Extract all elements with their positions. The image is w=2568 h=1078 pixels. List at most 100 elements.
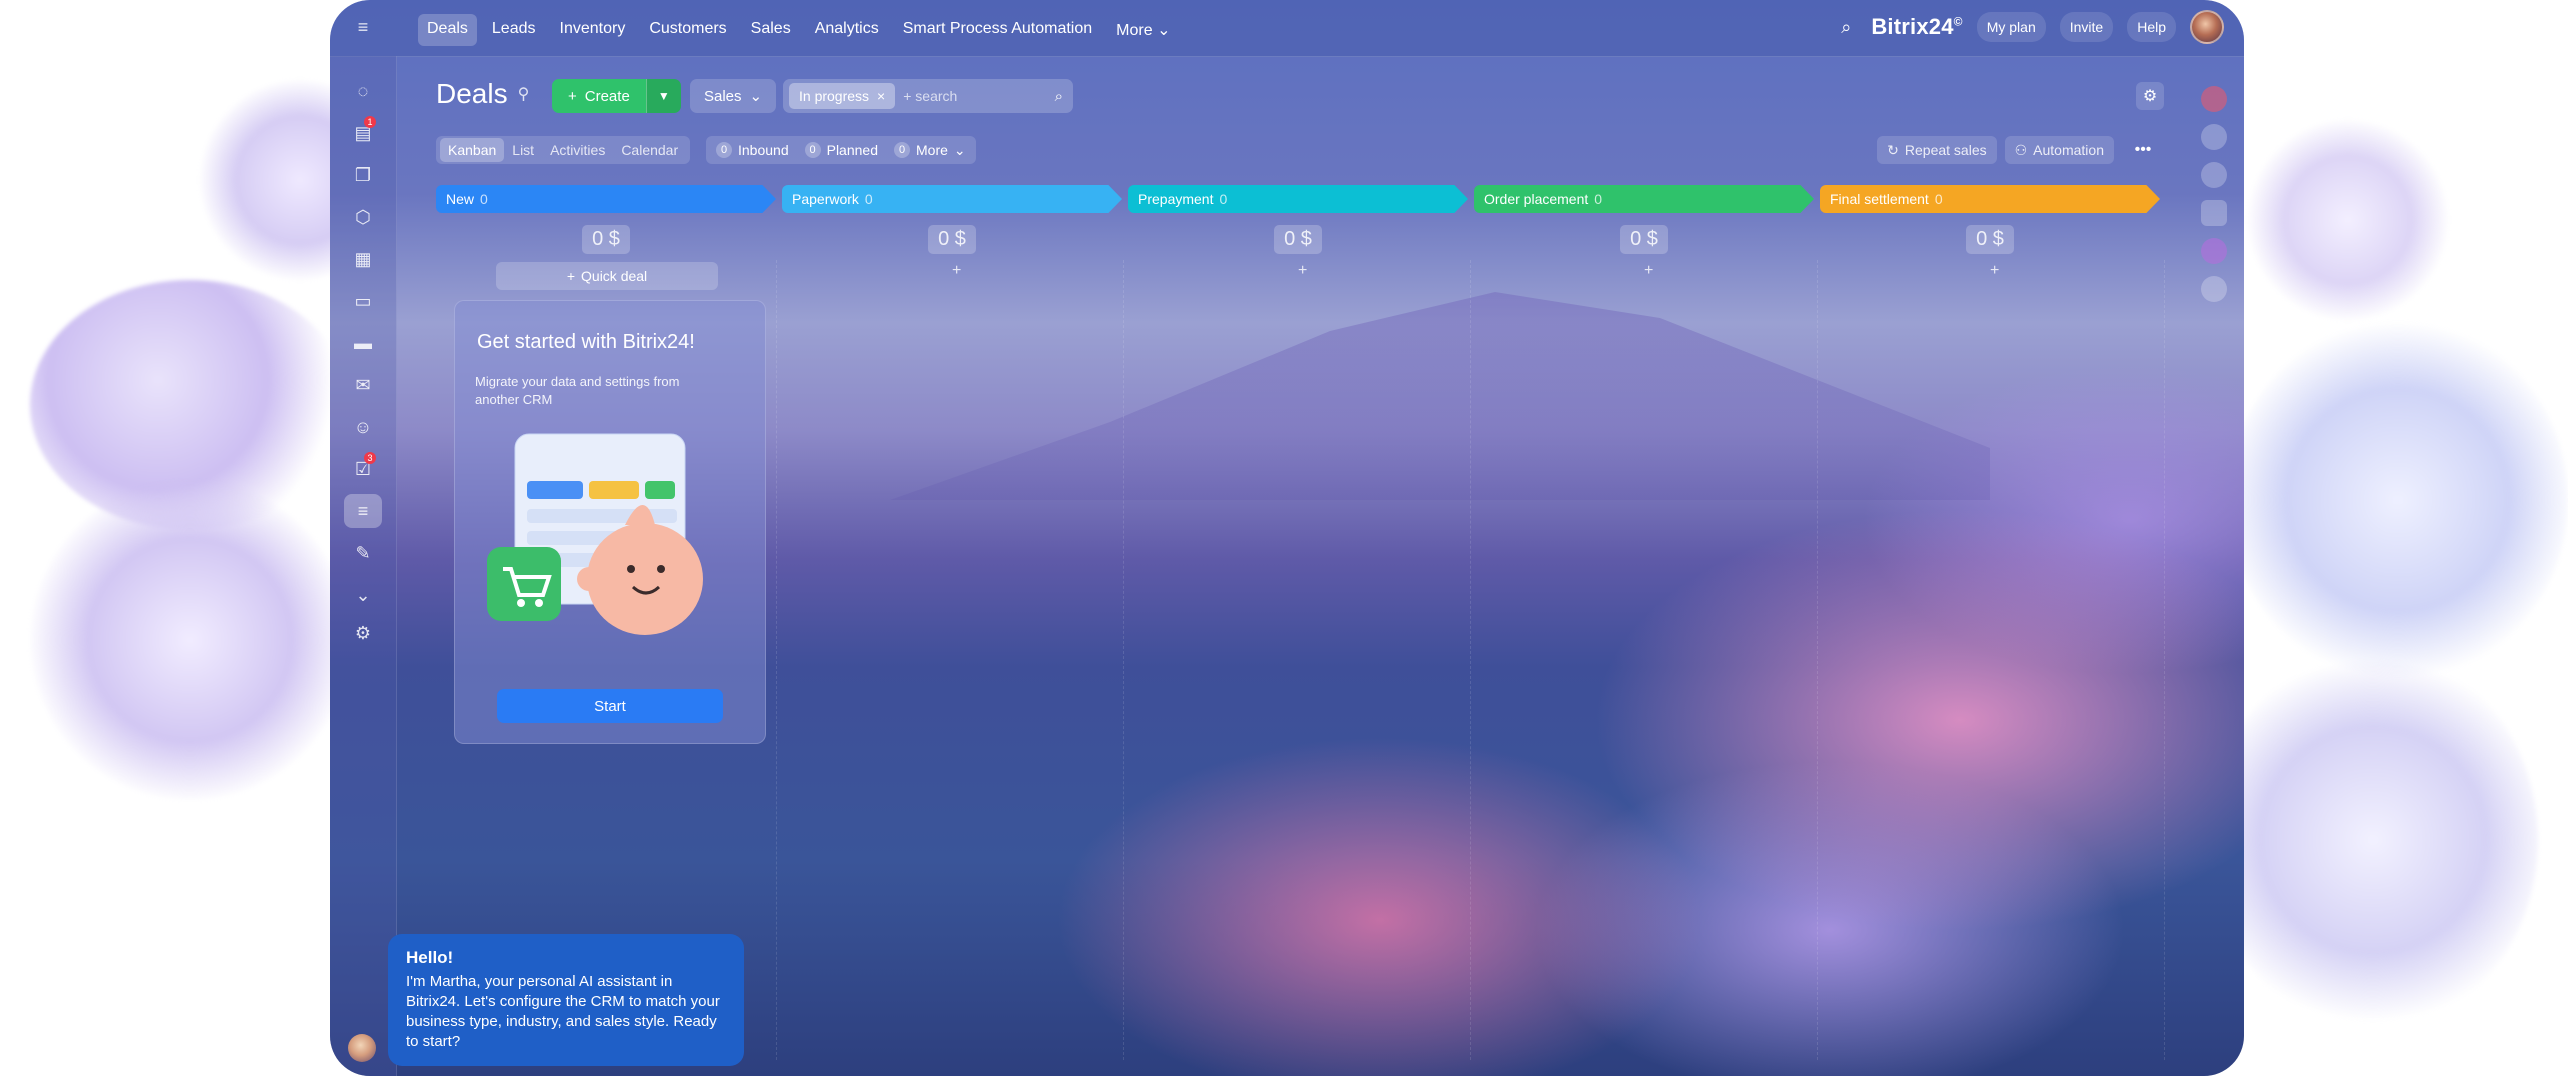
sign-icon[interactable]: ✎ (344, 536, 382, 570)
search-icon[interactable]: ⌕ (1055, 88, 1063, 105)
stage-amounts: 0 $ 0 $ 0 $ 0 $ 0 $ (436, 225, 2160, 254)
add-deal-button[interactable]: + (1298, 262, 1307, 280)
tasks-badge: 3 (364, 452, 376, 464)
more-options-icon[interactable]: ••• (2130, 137, 2156, 163)
copilot-icon[interactable] (2201, 162, 2227, 188)
pin-icon[interactable]: ⚲ (518, 84, 530, 104)
kanban-column (1130, 260, 1471, 1060)
stage-name: Paperwork (792, 191, 859, 207)
stage-count: 0 (1594, 191, 1603, 207)
plus-icon: + (566, 268, 576, 284)
nav-deals[interactable]: Deals (418, 14, 477, 46)
decorative-flower (30, 480, 350, 800)
repeat-sales-button[interactable]: ↻ Repeat sales (1877, 136, 1997, 164)
decorative-flower (2248, 120, 2448, 320)
drive-icon[interactable]: ▬ (344, 326, 382, 360)
open-lines-icon[interactable] (2201, 276, 2227, 302)
notification-icon[interactable] (2201, 86, 2227, 112)
create-button[interactable]: + Create (552, 79, 646, 113)
assistant-greeting: Hello! (406, 948, 454, 967)
start-button[interactable]: Start (497, 689, 723, 723)
feed-icon[interactable]: ▤ 1 (344, 116, 382, 150)
nav-customers[interactable]: Customers (640, 14, 735, 46)
quick-deal-button[interactable]: + Quick deal (496, 262, 718, 290)
brand-logo[interactable]: Bitrix24© (1871, 14, 1962, 40)
nav-smart-process-automation[interactable]: Smart Process Automation (894, 14, 1101, 46)
tasks-icon[interactable]: ☑ 3 (344, 452, 382, 486)
stage-amount: 0 $ (1620, 225, 1668, 254)
pipeline-select[interactable]: Sales ⌄ (690, 79, 777, 113)
marketplace-icon[interactable] (2201, 238, 2227, 264)
add-deal-button[interactable]: + (1990, 262, 1999, 280)
filter-search[interactable]: In progress × + search ⌕ (783, 79, 1073, 113)
nav-analytics[interactable]: Analytics (806, 14, 888, 46)
stage-count: 0 (864, 191, 873, 207)
stage-amount: 0 $ (928, 225, 976, 254)
search-input[interactable]: + search (903, 88, 1054, 104)
bell-icon[interactable]: ◌ (344, 74, 382, 108)
search-icon[interactable]: ⌕ (1835, 16, 1857, 38)
create-dropdown-button[interactable]: ▼ (645, 79, 681, 113)
user-avatar[interactable] (2190, 10, 2224, 44)
stage-new[interactable]: New 0 (436, 185, 776, 213)
view-list[interactable]: List (504, 138, 542, 162)
my-plan-button[interactable]: My plan (1976, 12, 2046, 42)
assistant-text: I'm Martha, your personal AI assistant i… (406, 973, 720, 1050)
kanban-column (1824, 260, 2165, 1060)
nav-leads[interactable]: Leads (483, 14, 545, 46)
create-button-group: + Create ▼ (552, 79, 681, 113)
stage-count: 0 (1219, 191, 1228, 207)
mail-icon[interactable]: ✉ (344, 368, 382, 402)
close-icon[interactable]: × (877, 88, 885, 104)
add-deal-button[interactable]: + (1644, 262, 1653, 280)
feed-badge: 1 (364, 116, 376, 128)
create-label: Create (584, 87, 630, 105)
toolbar-right: ↻ Repeat sales ⚇ Automation (1877, 136, 2114, 164)
add-deal-button[interactable]: + (952, 262, 961, 280)
counter-value: 0 (804, 142, 821, 158)
nav-inventory[interactable]: Inventory (551, 14, 635, 46)
crm-funnel-icon[interactable]: ≡ (344, 494, 382, 528)
assistant-avatar[interactable] (348, 1034, 376, 1062)
brand-mark: © (1953, 14, 1963, 29)
calendar-icon[interactable]: ▦ (344, 242, 382, 276)
counter-label: More (916, 142, 948, 158)
contacts-icon[interactable]: ☺ (344, 410, 382, 444)
filter-chip[interactable]: In progress × (789, 83, 896, 109)
chevron-down-icon[interactable]: ⌄ (344, 578, 382, 612)
automation-button[interactable]: ⚇ Automation (2004, 136, 2114, 164)
menu-icon[interactable]: ≡ (344, 10, 382, 44)
nav-sales[interactable]: Sales (742, 14, 800, 46)
phone-icon[interactable] (2201, 124, 2227, 150)
ai-assistant-message[interactable]: Hello! I'm Martha, your personal AI assi… (388, 934, 744, 1066)
stage-prepayment[interactable]: Prepayment 0 (1128, 185, 1468, 213)
counter-planned[interactable]: 0 Planned (801, 142, 882, 158)
counter-more[interactable]: 0 More ⌄ (890, 142, 970, 159)
apps-icon[interactable] (2201, 200, 2227, 226)
view-kanban[interactable]: Kanban (440, 138, 505, 162)
stage-order-placement[interactable]: Order placement 0 (1474, 185, 1814, 213)
stage-headers: New 0 Paperwork 0 Prepayment 0 Order placem… (436, 185, 2160, 213)
gear-icon[interactable]: ⚙ (2136, 82, 2164, 110)
brand-name: Bitrix24 (1871, 14, 1954, 39)
help-button[interactable]: Help (2127, 12, 2176, 42)
document-icon[interactable]: ▭ (344, 284, 382, 318)
view-activities[interactable]: Activities (542, 138, 613, 162)
hexagon-icon[interactable]: ⬡ (344, 200, 382, 234)
counter-label: Inbound (738, 142, 789, 158)
top-bar: ≡ Deals Leads Inventory Customers Sales … (330, 0, 2244, 57)
chat-icon[interactable]: ❐ (344, 158, 382, 192)
counter-inbound[interactable]: 0 Inbound (712, 142, 793, 158)
nav-more-label: More (1116, 22, 1153, 39)
stage-count: 0 (480, 191, 488, 207)
view-calendar[interactable]: Calendar (613, 138, 686, 162)
nav-more[interactable]: More ⌄ (1107, 14, 1179, 46)
invite-button[interactable]: Invite (2059, 12, 2114, 42)
repeat-icon: ↻ (1887, 141, 1899, 158)
filter-chip-label: In progress (799, 88, 870, 104)
decorative-flower (2228, 320, 2568, 680)
stage-paperwork[interactable]: Paperwork 0 (782, 185, 1122, 213)
stage-final-settlement[interactable]: Final settlement 0 (1820, 185, 2160, 213)
onboarding-illustration (487, 433, 703, 635)
settings-icon[interactable]: ⚙ (344, 616, 382, 650)
